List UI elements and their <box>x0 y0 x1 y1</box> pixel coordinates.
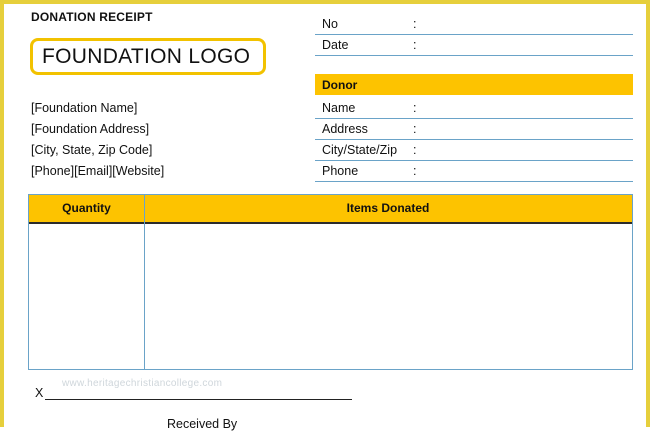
items-table: Quantity Items Donated <box>28 194 633 370</box>
donor-phone-field[interactable]: Phone : <box>315 161 633 182</box>
field-value: : <box>413 38 417 52</box>
field-value: : <box>413 164 417 178</box>
donation-receipt-page: DONATION RECEIPT FOUNDATION LOGO [Founda… <box>0 0 650 431</box>
foundation-name: [Foundation Name] <box>31 101 138 115</box>
column-divider <box>144 195 145 369</box>
signature-line[interactable] <box>45 399 352 400</box>
table-header-row: Quantity Items Donated <box>29 195 632 224</box>
header-quantity: Quantity <box>62 201 111 215</box>
donor-city-state-zip-field[interactable]: City/State/Zip : <box>315 140 633 161</box>
document-title: DONATION RECEIPT <box>31 10 153 24</box>
foundation-city-state-zip: [City, State, Zip Code] <box>31 143 153 157</box>
field-value: : <box>413 143 417 157</box>
watermark-text: www.heritagechristiancollege.com <box>62 378 223 389</box>
logo-text: FOUNDATION LOGO <box>42 44 251 68</box>
foundation-contact: [Phone][Email][Website] <box>31 164 165 178</box>
receipt-date-field[interactable]: Date : <box>315 35 633 56</box>
header-items-donated: Items Donated <box>346 201 430 215</box>
donor-heading: Donor <box>315 74 633 95</box>
field-label: Date <box>322 38 349 52</box>
field-value: : <box>413 122 417 136</box>
field-label: City/State/Zip <box>322 143 398 157</box>
field-label: No <box>322 17 338 31</box>
received-by-caption: Received By <box>167 417 238 431</box>
field-value: : <box>413 101 417 115</box>
donor-name-field[interactable]: Name : <box>315 98 633 119</box>
foundation-logo: FOUNDATION LOGO <box>30 38 266 75</box>
foundation-address: [Foundation Address] <box>31 122 150 136</box>
field-label: Phone <box>322 164 359 178</box>
field-value: : <box>413 17 417 31</box>
field-label: Name <box>322 101 356 115</box>
receipt-number-field[interactable]: No : <box>315 14 633 35</box>
field-label: Address <box>322 122 368 136</box>
donor-address-field[interactable]: Address : <box>315 119 633 140</box>
foundation-info: [Foundation Name] [Foundation Address] [… <box>31 98 164 182</box>
signature-mark: X <box>35 386 44 400</box>
